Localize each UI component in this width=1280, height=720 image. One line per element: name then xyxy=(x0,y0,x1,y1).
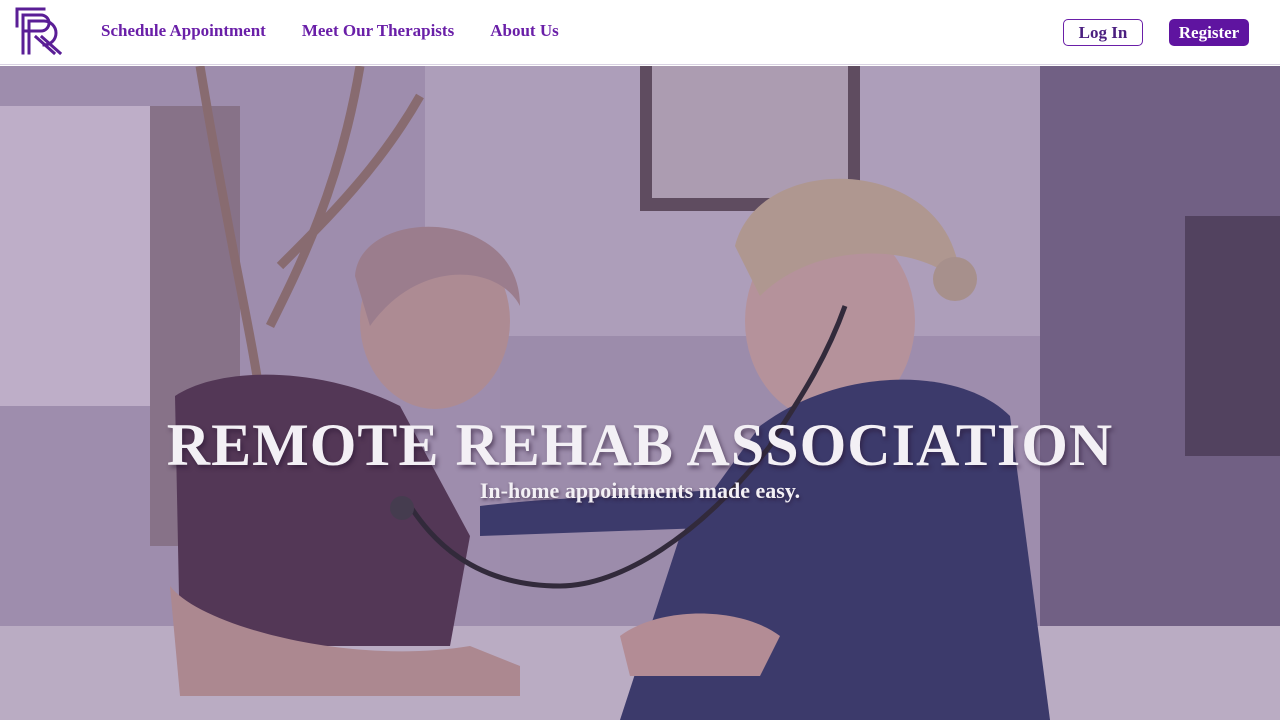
primary-nav: Schedule Appointment Meet Our Therapists… xyxy=(101,0,595,62)
hero-banner: REMOTE REHAB ASSOCIATION In-home appoint… xyxy=(0,66,1280,720)
hero-subtitle: In-home appointments made easy. xyxy=(479,478,801,503)
hero-title: REMOTE REHAB ASSOCIATION xyxy=(166,412,1114,478)
top-navbar: Schedule Appointment Meet Our Therapists… xyxy=(0,0,1280,65)
nav-schedule-appointment[interactable]: Schedule Appointment xyxy=(101,21,266,41)
register-button[interactable]: Register xyxy=(1169,19,1249,46)
rr-logo-icon[interactable] xyxy=(14,6,63,56)
nav-about-us[interactable]: About Us xyxy=(490,21,559,41)
nav-meet-our-therapists[interactable]: Meet Our Therapists xyxy=(302,21,454,41)
login-button[interactable]: Log In xyxy=(1063,19,1143,46)
hero-tint-overlay xyxy=(0,66,1280,720)
